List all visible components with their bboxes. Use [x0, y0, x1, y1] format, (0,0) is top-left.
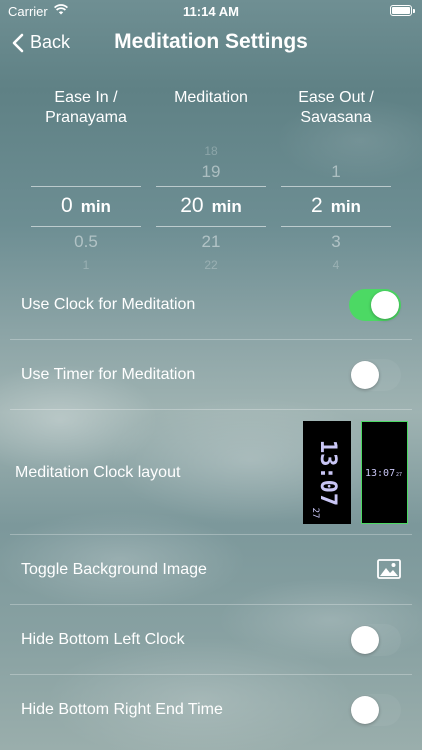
picker-headers: Ease In / Pranayama Meditation Ease Out …: [0, 88, 422, 132]
picker-selection-line: [281, 226, 391, 227]
toggle-background-label: Toggle Background Image: [21, 561, 207, 578]
hide-bottom-right-end-time-row: Hide Bottom Right End Time: [0, 675, 422, 745]
image-icon[interactable]: [377, 559, 401, 579]
use-timer-row: Use Timer for Meditation: [0, 340, 422, 410]
clock-layout-label: Meditation Clock layout: [15, 464, 181, 481]
picker-selection-line: [31, 226, 141, 227]
toggle-knob: [351, 626, 379, 654]
ease-in-header-line2: Pranayama: [45, 109, 127, 126]
navigation-bar: Back Meditation Settings: [0, 24, 422, 64]
status-time: 11:14 AM: [183, 4, 239, 19]
battery-icon: [390, 5, 415, 16]
ease-in-unit: min: [80, 197, 111, 216]
meditation-option-above2[interactable]: 18: [156, 144, 266, 158]
ease-out-header-line2: Savasana: [300, 109, 372, 126]
hide-bottom-left-clock-toggle[interactable]: [349, 624, 401, 656]
vertical-clock-seconds: 27: [310, 508, 320, 519]
status-bar: Carrier 11:14 AM: [0, 0, 422, 24]
meditation-header: Meditation: [146, 88, 276, 108]
hide-bottom-right-end-time-label: Hide Bottom Right End Time: [21, 701, 223, 718]
ease-in-header: Ease In / Pranayama: [21, 88, 151, 128]
vertical-clock-preview: 13:07 27: [310, 440, 340, 519]
use-clock-label: Use Clock for Meditation: [21, 296, 196, 313]
ease-out-option-above[interactable]: 1: [281, 162, 391, 182]
use-clock-toggle[interactable]: [349, 289, 401, 321]
ease-in-option-below[interactable]: 0.5: [31, 232, 141, 252]
meditation-selected[interactable]: 20 min: [156, 194, 266, 218]
ease-out-unit: min: [330, 197, 361, 216]
page-title: Meditation Settings: [114, 30, 308, 53]
picker-selection-line: [281, 186, 391, 187]
ease-in-header-line1: Ease In /: [54, 89, 118, 106]
ease-out-option-below[interactable]: 3: [281, 232, 391, 252]
toggle-knob: [351, 361, 379, 389]
use-timer-label: Use Timer for Meditation: [21, 366, 196, 383]
picker-selection-line: [31, 186, 141, 187]
toggle-knob: [351, 696, 379, 724]
meditation-unit: min: [211, 197, 242, 216]
ease-out-picker[interactable]: 1 2 min 3 4: [281, 150, 391, 272]
horizontal-clock-preview: 13:07 27: [365, 468, 402, 479]
picker-selection-line: [156, 226, 266, 227]
ease-out-selected[interactable]: 2 min: [281, 194, 391, 218]
picker-selection-line: [156, 186, 266, 187]
meditation-picker[interactable]: 18 19 20 min 21 22: [156, 144, 266, 272]
use-clock-row: Use Clock for Meditation: [0, 270, 422, 340]
ease-out-value: 2: [311, 194, 323, 217]
horizontal-clock-layout-option[interactable]: 13:07 27: [361, 421, 408, 524]
horizontal-clock-seconds: 27: [396, 472, 402, 478]
hide-bottom-left-clock-row: Hide Bottom Left Clock: [0, 605, 422, 675]
meditation-value: 20: [180, 194, 204, 217]
toggle-knob: [371, 291, 399, 319]
ease-in-picker[interactable]: 0 min 0.5 1: [31, 150, 141, 272]
vertical-clock-time: 13:07: [315, 440, 340, 506]
meditation-option-above[interactable]: 19: [156, 162, 266, 182]
toggle-background-row[interactable]: Toggle Background Image: [0, 535, 422, 605]
horizontal-clock-time: 13:07: [365, 468, 395, 479]
ease-out-header: Ease Out / Savasana: [271, 88, 401, 128]
ease-in-selected[interactable]: 0 min: [31, 194, 141, 218]
meditation-header-line1: Meditation: [174, 89, 248, 106]
hide-bottom-right-end-time-toggle[interactable]: [349, 694, 401, 726]
use-timer-toggle[interactable]: [349, 359, 401, 391]
ease-out-header-line1: Ease Out /: [298, 89, 374, 106]
vertical-clock-layout-option[interactable]: 13:07 27: [303, 421, 351, 524]
duration-pickers: 0 min 0.5 1 18 19 20 min 21 22 1 2 min 3 4: [0, 144, 422, 272]
clock-layout-row: Meditation Clock layout 13:07 27 13:07 2…: [0, 410, 422, 535]
ease-in-value: 0: [61, 194, 73, 217]
meditation-option-below[interactable]: 21: [156, 232, 266, 252]
hide-bottom-left-clock-label: Hide Bottom Left Clock: [21, 631, 185, 648]
